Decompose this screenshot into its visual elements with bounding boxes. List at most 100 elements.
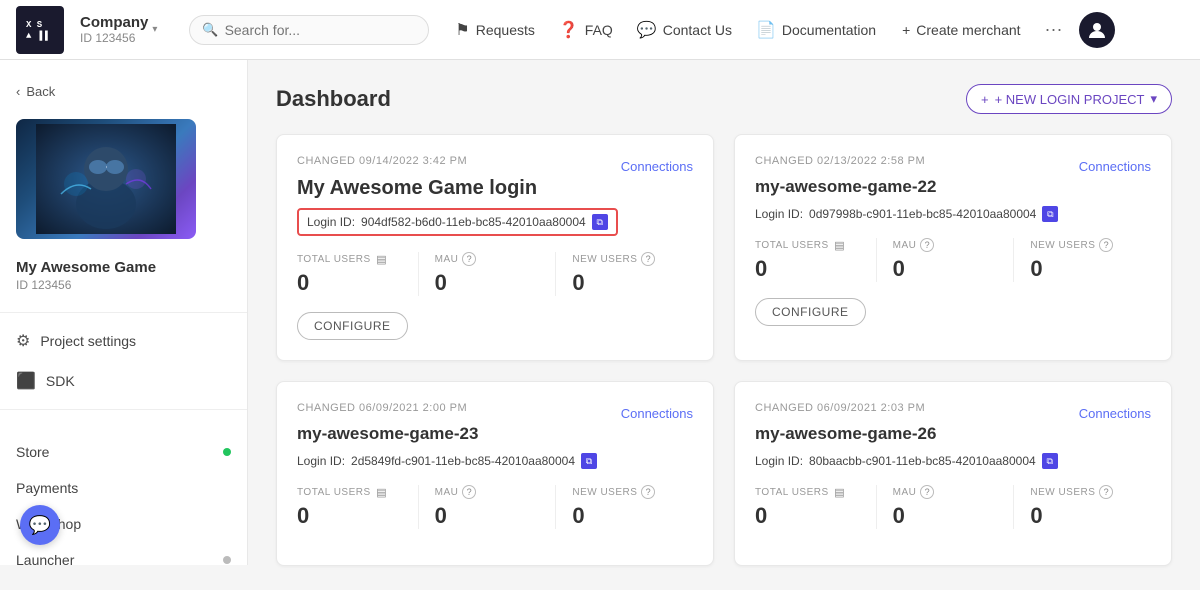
configure-button-1[interactable]: CONFIGURE [755,298,866,326]
new-users-value-0: 0 [572,270,693,296]
mau-help-icon-1[interactable]: ? [920,238,934,252]
back-arrow-icon: ‹ [16,84,20,99]
stats-row-2: TOTAL USERS ▤ 0 MAU ? 0 [297,485,693,529]
main-layout: ‹ Back [0,60,1200,590]
svg-text:X S: X S [26,20,43,30]
card-title-2: my-awesome-game-23 [297,424,693,444]
sidebar-item-payments[interactable]: Payments [0,470,247,506]
new-users-value-1: 0 [1030,256,1151,282]
plus-icon: + [981,92,989,107]
back-link[interactable]: ‹ Back [0,76,247,107]
card-meta-row-1: CHANGED 02/13/2022 2:58 PM Connections [755,155,1151,177]
new-users-help-icon-2[interactable]: ? [641,485,655,499]
company-selector[interactable]: Company ID 123456 ▾ [72,10,165,49]
table-icon-1: ▤ [833,238,847,252]
new-users-help-icon-1[interactable]: ? [1099,238,1113,252]
total-users-value-1: 0 [755,256,876,282]
stat-mau-0: MAU ? 0 [418,252,556,296]
card-title-1: my-awesome-game-22 [755,177,1151,197]
search-icon: 🔍 [202,22,218,38]
stats-row-1: TOTAL USERS ▤ 0 MAU ? 0 [755,238,1151,282]
contact-link[interactable]: 💬 Contact Us [627,14,742,46]
stat-mau-1: MAU ? 0 [876,238,1014,282]
faq-link[interactable]: ❓ FAQ [549,14,623,46]
login-card-1: CHANGED 02/13/2022 2:58 PM Connections m… [734,134,1172,361]
requests-link[interactable]: ⚑ Requests [445,14,545,46]
top-navigation: X S ▲ ▐▐ Company ID 123456 ▾ 🔍 ⚑ Request… [0,0,1200,60]
card-changed-1: CHANGED 02/13/2022 2:58 PM [755,155,925,167]
new-users-help-icon-0[interactable]: ? [641,252,655,266]
new-login-project-button[interactable]: + + NEW LOGIN PROJECT ▾ [966,84,1172,114]
game-title: My Awesome Game [0,251,247,278]
page-title: Dashboard [276,86,391,112]
card-changed-3: CHANGED 06/09/2021 2:03 PM [755,402,925,414]
plus-icon: + [902,22,910,38]
login-card-2: CHANGED 06/09/2021 2:00 PM Connections m… [276,381,714,566]
sidebar-item-sdk[interactable]: ⬛ SDK [0,361,247,401]
search-input[interactable] [225,22,417,38]
login-card-3: CHANGED 06/09/2021 2:03 PM Connections m… [734,381,1172,566]
chevron-down-icon: ▾ [152,24,157,35]
svg-text:▲ ▐▐: ▲ ▐▐ [26,30,48,41]
login-id-label-1: Login ID: [755,207,803,221]
card-connections-0[interactable]: Connections [621,159,693,174]
sidebar-divider-2 [0,409,247,410]
sidebar: ‹ Back [0,60,248,565]
sidebar-item-launcher[interactable]: Launcher [0,542,247,565]
login-id-value-3: 80baacbb-c901-11eb-bc85-42010aa80004 [809,454,1036,468]
login-id-row-1: Login ID: 0d97998b-c901-11eb-bc85-42010a… [755,206,1058,222]
login-id-label-3: Login ID: [755,454,803,468]
stats-row-3: TOTAL USERS ▤ 0 MAU ? 0 [755,485,1151,529]
stats-row-0: TOTAL USERS ▤ 0 MAU ? 0 [297,252,693,296]
sidebar-item-project-settings[interactable]: ⚙ Project settings [0,321,247,361]
chat-icon: 💬 [29,515,51,536]
login-id-value-1: 0d97998b-c901-11eb-bc85-42010aa80004 [809,207,1036,221]
chat-bubble[interactable]: 💬 [20,505,60,545]
copy-icon-0[interactable] [592,214,608,230]
stat-total-users-0: TOTAL USERS ▤ 0 [297,252,418,296]
login-id-row-3: Login ID: 80baacbb-c901-11eb-bc85-42010a… [755,453,1058,469]
store-status-dot [223,448,231,456]
login-id-label-2: Login ID: [297,454,345,468]
mau-value-3: 0 [893,503,1014,529]
more-menu-button[interactable]: ··· [1037,13,1071,46]
card-connections-1[interactable]: Connections [1079,159,1151,174]
page-header: Dashboard + + NEW LOGIN PROJECT ▾ [276,84,1172,114]
avatar[interactable] [1079,12,1115,48]
copy-icon-3[interactable] [1042,453,1058,469]
stat-mau-3: MAU ? 0 [876,485,1014,529]
new-users-help-icon-3[interactable]: ? [1099,485,1113,499]
stat-mau-2: MAU ? 0 [418,485,556,529]
stat-new-users-0: NEW USERS ? 0 [555,252,693,296]
search-box[interactable]: 🔍 [189,15,429,45]
mau-value-1: 0 [893,256,1014,282]
copy-icon-2[interactable] [581,453,597,469]
company-id: ID 123456 [80,31,148,45]
login-id-label-0: Login ID: [307,215,355,229]
faq-icon: ❓ [559,20,579,40]
contact-icon: 💬 [637,20,657,40]
sidebar-divider-1 [0,312,247,313]
configure-button-0[interactable]: CONFIGURE [297,312,408,340]
card-changed-2: CHANGED 06/09/2021 2:00 PM [297,402,467,414]
mau-help-icon-0[interactable]: ? [462,252,476,266]
login-card-0: CHANGED 09/14/2022 3:42 PM Connections M… [276,134,714,361]
copy-icon-1[interactable] [1042,206,1058,222]
table-icon-2: ▤ [375,485,389,499]
documentation-link[interactable]: 📄 Documentation [746,14,886,46]
card-connections-2[interactable]: Connections [621,406,693,421]
cards-grid: CHANGED 09/14/2022 3:42 PM Connections M… [276,134,1172,566]
launcher-status-dot [223,556,231,564]
card-connections-3[interactable]: Connections [1079,406,1151,421]
sidebar-item-store[interactable]: Store [0,434,247,470]
card-meta-row-2: CHANGED 06/09/2021 2:00 PM Connections [297,402,693,424]
card-changed-0: CHANGED 09/14/2022 3:42 PM [297,155,467,167]
mau-help-icon-2[interactable]: ? [462,485,476,499]
mau-value-2: 0 [435,503,556,529]
stat-total-users-1: TOTAL USERS ▤ 0 [755,238,876,282]
main-content: Dashboard + + NEW LOGIN PROJECT ▾ CHANGE… [248,60,1200,590]
table-icon-3: ▤ [833,485,847,499]
mau-help-icon-3[interactable]: ? [920,485,934,499]
company-name: Company [80,14,148,31]
create-merchant-button[interactable]: + Create merchant [890,16,1032,44]
